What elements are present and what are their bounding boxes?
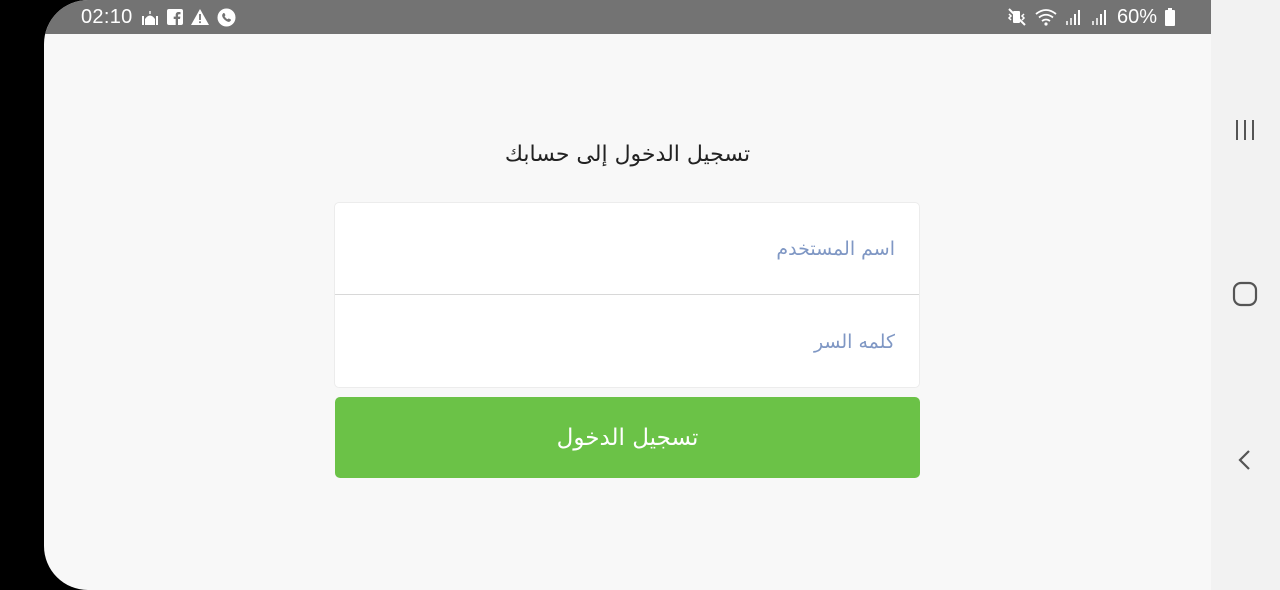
- status-time: 02:10: [81, 5, 133, 28]
- battery-percent: 60%: [1116, 5, 1157, 28]
- status-left: 02:10: [81, 6, 236, 29]
- navigation-bar: [1211, 0, 1280, 590]
- password-input[interactable]: [335, 296, 919, 387]
- mosque-icon: [141, 9, 159, 25]
- login-form: [334, 202, 920, 388]
- page-title: تسجيل الدخول إلى حسابك: [504, 142, 751, 167]
- status-bar: 02:10 60%: [44, 0, 1211, 34]
- device-frame: 02:10 60% تسجيل الدخول إلى حسابك اسم الم…: [0, 0, 1280, 590]
- home-icon[interactable]: [1223, 272, 1267, 316]
- battery-icon: [1165, 8, 1175, 26]
- app-screen: 02:10 60% تسجيل الدخول إلى حسابك اسم الم…: [44, 0, 1211, 590]
- signal-icon: [1065, 8, 1083, 26]
- username-input[interactable]: [335, 203, 919, 295]
- recent-apps-icon[interactable]: [1223, 108, 1267, 152]
- whatsapp-icon: [217, 8, 236, 27]
- warning-icon: [190, 9, 209, 25]
- login-button[interactable]: تسجيل الدخول: [335, 397, 920, 478]
- back-icon[interactable]: [1223, 438, 1267, 482]
- mute-vibrate-icon: [1007, 8, 1027, 26]
- wifi-icon: [1035, 8, 1057, 26]
- facebook-icon: [166, 9, 183, 25]
- signal-icon: [1091, 8, 1109, 26]
- status-right: 60%: [1007, 6, 1175, 29]
